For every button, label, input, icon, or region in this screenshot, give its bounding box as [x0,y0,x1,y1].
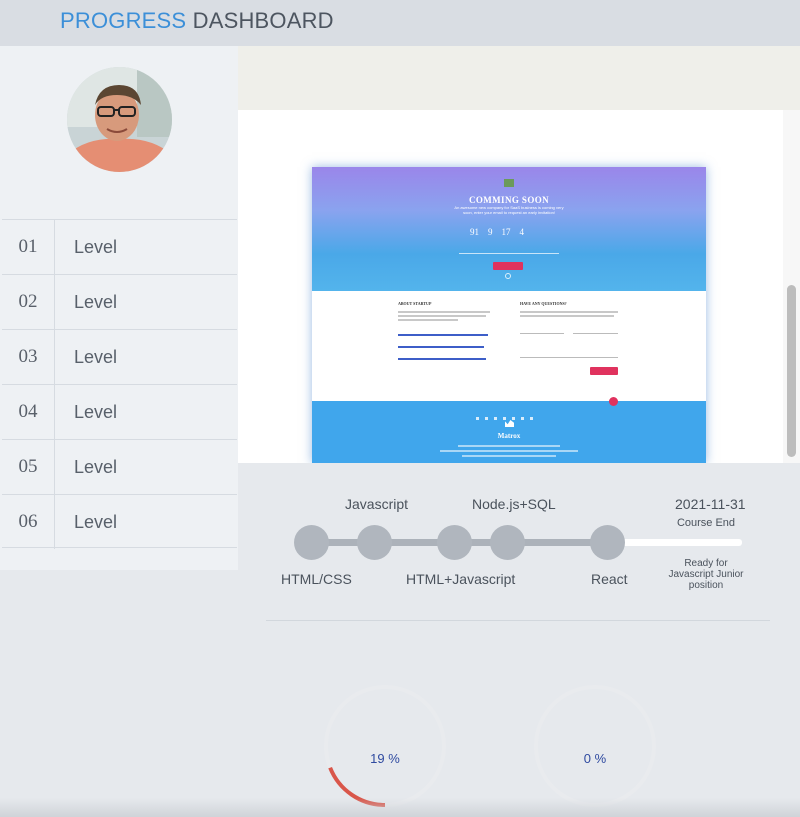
level-number: 01 [2,220,55,274]
timeline-date: 2021-11-31 [675,496,746,512]
level-row-04[interactable]: 04 Level [2,384,237,439]
timeline-end-label: Course End [676,517,736,529]
preview-back-to-top-icon [609,397,618,406]
top-bar: PROGRESS DASHBOARD [0,0,800,46]
avatar-image [67,67,172,172]
preview-scrollbar[interactable] [783,110,800,463]
preview-name-field [520,333,564,334]
preview-questions-heading: HAVE ANY QUESTIONS? [520,301,567,306]
app-title: PROGRESS DASHBOARD [60,8,334,34]
preview-countdown: 91 9 17 4 [470,222,533,240]
level-number: 05 [2,440,55,494]
timeline-node-html-javascript[interactable] [437,525,472,560]
level-number: 06 [2,495,55,549]
timeline-goal-line2: Javascript Junior [668,569,744,580]
preview-text-line [458,445,560,447]
timeline-node-nodejs-sql[interactable] [490,525,525,560]
level-row-05[interactable]: 05 Level [2,439,237,494]
timeline-label-javascript: Javascript [345,496,409,512]
timeline-goal-line1: Ready for [684,558,728,569]
countdown-days: 91 [470,227,479,237]
progress-gauge-2: 0 % [533,684,657,808]
level-row-01[interactable]: 01 Level [2,219,237,274]
preview-footer: Matrox [312,397,706,463]
preview-hero: COMMING SOON An awesome new company for … [312,167,706,291]
preview-logo-icon [504,179,514,187]
level-label: Level [74,402,118,422]
preview-skill-bar [398,346,484,348]
section-divider [266,620,770,621]
app-title-accent: PROGRESS [60,8,187,33]
preview-footer-logo-icon [505,420,514,427]
countdown-seconds: 4 [519,227,525,237]
preview-text-line [520,315,614,317]
preview-email-field [573,333,618,334]
timeline-label-html-css: HTML/CSS [281,571,352,587]
preview-website: COMMING SOON An awesome new company for … [312,167,706,463]
timeline-node-javascript[interactable] [357,525,392,560]
preview-text-line [398,315,486,317]
timeline-label-nodejs-sql: Node.js+SQL [472,496,556,512]
level-number: 03 [2,330,55,384]
preview-text-line [398,319,458,321]
app-title-rest: DASHBOARD [192,8,334,33]
timeline-goal-line3: position [688,580,724,591]
timeline-node-html-css[interactable] [294,525,329,560]
preview-content: ABOUT STARTUP HAVE ANY QUESTIONS? [312,291,706,401]
avatar [67,67,172,172]
preview-text-line [462,455,556,457]
preview-email-input [459,253,559,254]
bottom-shadow [0,798,800,817]
timeline-label-react: React [591,571,628,587]
preview-hero-subtitle: An awesome new company for SaaS business… [454,205,564,215]
level-label: Level [74,347,118,367]
preview-text-line [520,311,618,313]
preview-text-line [398,311,490,313]
level-label: Level [74,457,118,477]
level-number: 02 [2,275,55,329]
level-number: 04 [2,385,55,439]
preview-skill-bar [398,358,486,360]
preview-social-icons [476,407,542,420]
preview-scroll-icon [505,273,511,279]
timeline-node-react[interactable] [590,525,625,560]
level-row-02[interactable]: 02 Level [2,274,237,329]
preview-skill-bar [398,334,488,336]
project-preview-frame[interactable]: COMMING SOON An awesome new company for … [238,110,783,463]
preview-scrollbar-thumb[interactable] [787,285,796,457]
preview-send-button [590,367,618,375]
countdown-minutes: 17 [501,227,511,237]
timeline-label-html-javascript: HTML+Javascript [406,571,516,587]
preview-text-line [440,450,578,452]
countdown-hours: 9 [488,227,493,237]
preview-subscribe-button [493,262,523,270]
timeline-goal: Ready for Javascript Junior position [660,558,752,591]
preview-message-field [520,357,618,358]
level-label: Level [74,292,118,312]
preview-footer-title: Matrox [497,432,521,440]
sidebar: 01 Level 02 Level 03 Level 04 Level 05 L… [0,46,238,570]
level-label: Level [74,512,118,532]
preview-hero-title: COMMING SOON [468,195,550,205]
level-row-03[interactable]: 03 Level [2,329,237,384]
preview-header-strip [238,46,800,110]
level-row-06[interactable]: 06 Level [2,494,237,549]
level-label: Level [74,237,118,257]
preview-about-heading: ABOUT STARTUP [398,301,432,306]
timeline-track-remaining [608,539,742,546]
progress-gauge-1: 19 % [323,684,447,808]
